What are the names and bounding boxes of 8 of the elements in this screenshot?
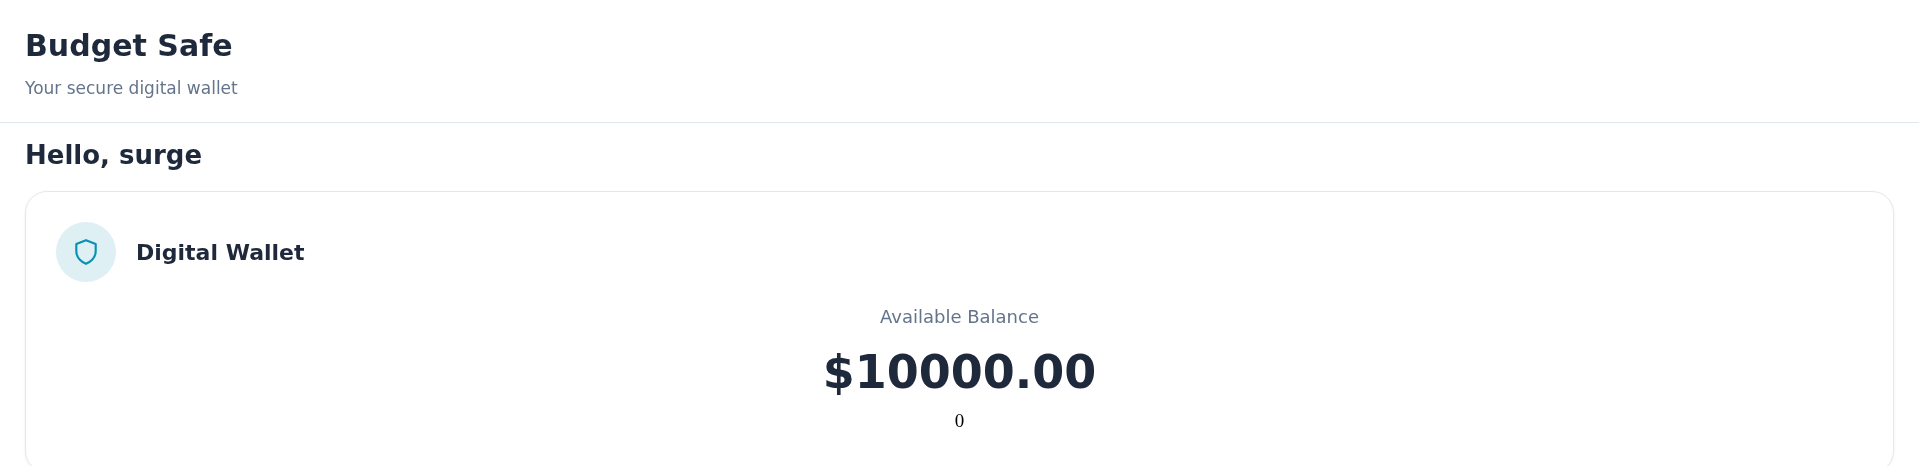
card-title: Digital Wallet bbox=[136, 239, 305, 265]
balance-label: Available Balance bbox=[880, 305, 1039, 329]
greeting: Hello, surge bbox=[25, 139, 204, 172]
app-subtitle: Your secure digital wallet bbox=[25, 77, 239, 100]
app-title: Budget Safe bbox=[25, 27, 234, 65]
balance-note: 0 bbox=[954, 410, 965, 432]
balance-amount: $10000.00 bbox=[822, 344, 1097, 400]
shield-icon bbox=[56, 222, 116, 282]
